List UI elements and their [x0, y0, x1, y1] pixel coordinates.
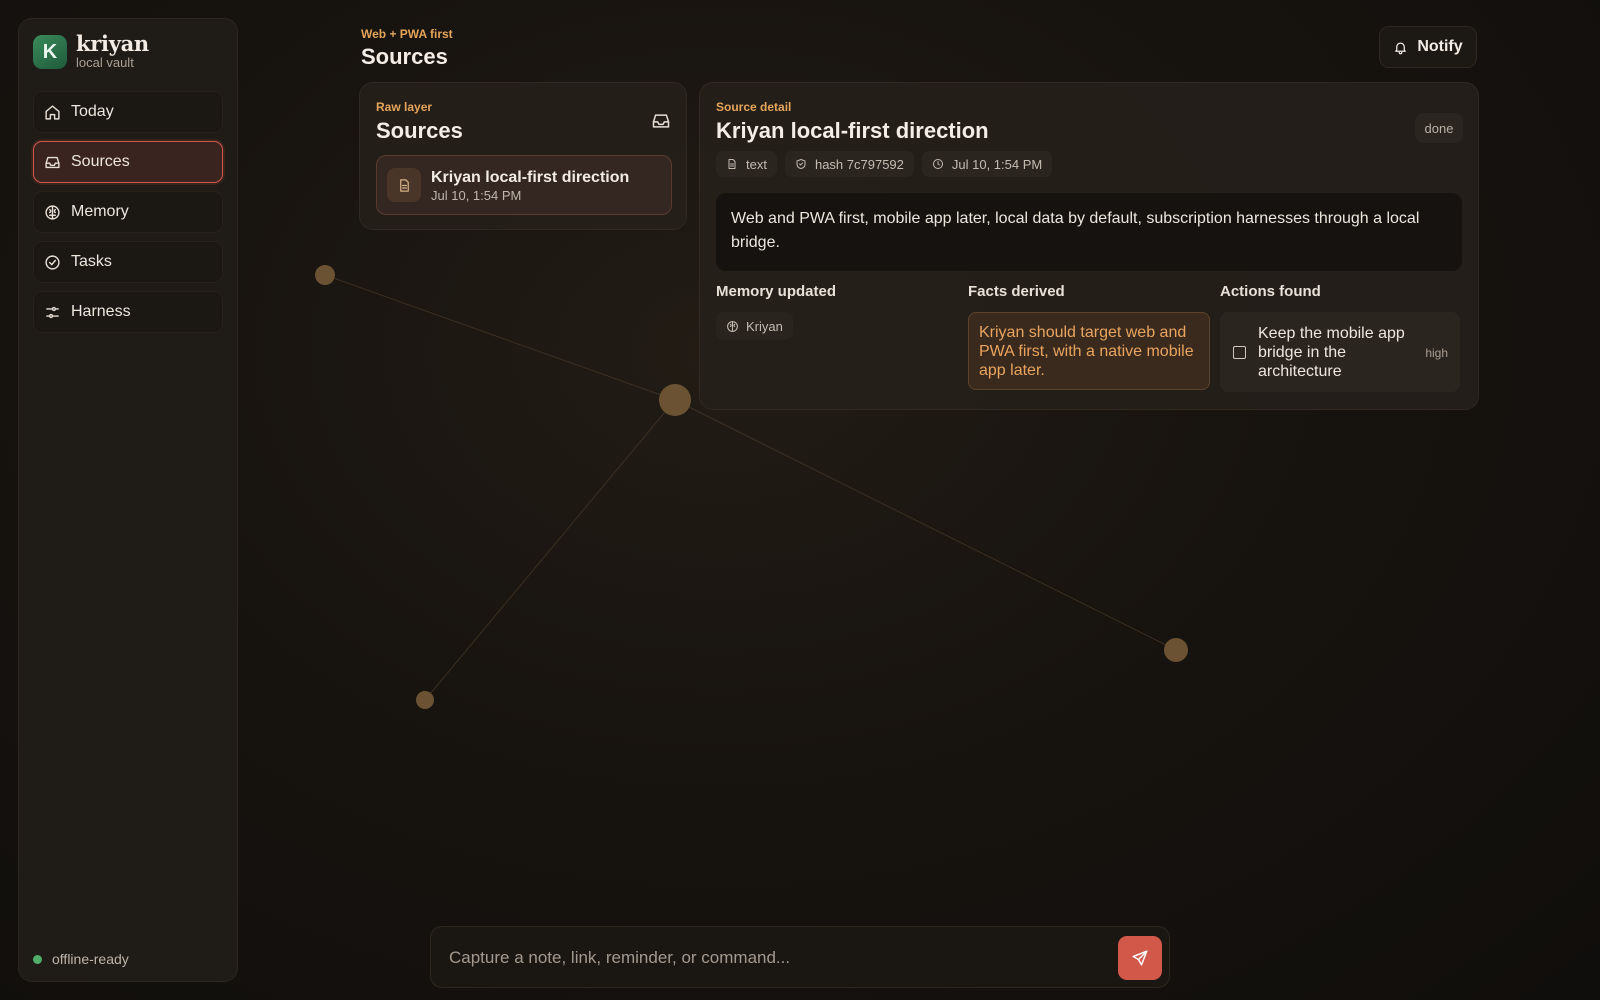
detail-eyebrow: Source detail	[716, 100, 792, 114]
priority-badge: high	[1425, 346, 1448, 360]
source-body-text: Web and PWA first, mobile app later, loc…	[716, 193, 1462, 271]
document-icon	[387, 168, 421, 202]
send-icon	[1132, 950, 1148, 966]
page-title: Sources	[361, 44, 448, 69]
inbox-icon[interactable]	[651, 111, 671, 131]
source-list-item[interactable]: Kriyan local-first direction Jul 10, 1:5…	[376, 155, 672, 215]
sidebar-item-label: Memory	[71, 203, 129, 220]
graph-node[interactable]	[659, 384, 691, 416]
detail-title: Kriyan local-first direction	[716, 118, 989, 143]
status-label: offline-ready	[52, 951, 129, 967]
action-item: Keep the mobile app bridge in the archit…	[1220, 312, 1460, 392]
raw-layer-card: Raw layer Sources Kriyan local-first dir…	[359, 82, 687, 230]
source-detail-card: Source detail Kriyan local-first directi…	[699, 82, 1479, 410]
meta-hash: hash 7c797592	[784, 151, 914, 177]
sidebar-item-today[interactable]: Today	[33, 91, 223, 133]
graph-node[interactable]	[315, 265, 335, 285]
brand[interactable]: K kriyan local vault	[33, 33, 149, 71]
sidebar-item-label: Sources	[71, 153, 130, 170]
clock-icon	[932, 159, 943, 169]
page-eyebrow: Web + PWA first	[361, 27, 453, 41]
capture-bar	[430, 926, 1170, 988]
notify-button[interactable]: Notify	[1379, 26, 1477, 68]
raw-layer-title: Sources	[376, 118, 463, 143]
sidebar-item-label: Tasks	[71, 253, 112, 270]
brain-icon	[45, 204, 60, 220]
bell-icon	[1395, 42, 1407, 54]
sidebar-item-label: Today	[71, 103, 114, 120]
raw-layer-eyebrow: Raw layer	[376, 100, 433, 114]
capture-input[interactable]	[449, 943, 1089, 973]
sliders-icon	[46, 306, 59, 318]
brain-icon	[727, 320, 738, 332]
source-item-title: Kriyan local-first direction	[431, 169, 630, 186]
memory-updated-title: Memory updated	[716, 283, 837, 300]
actions-found-title: Actions found	[1220, 283, 1321, 300]
sidebar: K kriyan local vault Today Sources Memor…	[18, 18, 238, 982]
facts-derived-section: Facts derived Kriyan should target web a…	[968, 283, 1210, 390]
graph-node[interactable]	[1164, 638, 1188, 662]
brand-logo: K	[33, 35, 67, 69]
shield-icon	[796, 159, 806, 169]
graph-node[interactable]	[416, 691, 434, 709]
document-icon	[728, 159, 736, 169]
facts-derived-title: Facts derived	[968, 283, 1065, 300]
detail-meta: text hash 7c797592 Jul 10, 1:54 PM	[716, 151, 1060, 177]
meta-date: Jul 10, 1:54 PM	[921, 151, 1053, 177]
sidebar-item-harness[interactable]: Harness	[33, 291, 223, 333]
brand-name: kriyan	[76, 31, 149, 56]
inbox-icon	[45, 156, 60, 168]
fact-item: Kriyan should target web and PWA first, …	[968, 312, 1210, 390]
memory-updated-section: Memory updated Kriyan	[716, 283, 958, 340]
sidebar-item-label: Harness	[71, 303, 131, 320]
home-icon	[45, 104, 60, 120]
sidebar-item-memory[interactable]: Memory	[33, 191, 223, 233]
sidebar-item-sources[interactable]: Sources	[33, 141, 223, 183]
actions-found-section: Actions found Keep the mobile app bridge…	[1220, 283, 1462, 392]
action-checkbox[interactable]	[1233, 346, 1246, 359]
send-button[interactable]	[1118, 936, 1162, 980]
brand-subtitle: local vault	[76, 55, 134, 70]
sidebar-nav: Today Sources Memory Tasks Harness	[33, 91, 223, 341]
sidebar-item-tasks[interactable]: Tasks	[33, 241, 223, 283]
meta-type: text	[716, 151, 777, 177]
notify-label: Notify	[1417, 38, 1463, 55]
status-dot-icon	[33, 954, 42, 964]
check-circle-icon	[45, 254, 60, 270]
action-text: Keep the mobile app bridge in the archit…	[1258, 325, 1405, 380]
status-badge: done	[1415, 113, 1463, 143]
source-item-date: Jul 10, 1:54 PM	[431, 188, 522, 203]
offline-status: offline-ready	[33, 951, 129, 967]
memory-chip[interactable]: Kriyan	[716, 312, 793, 340]
